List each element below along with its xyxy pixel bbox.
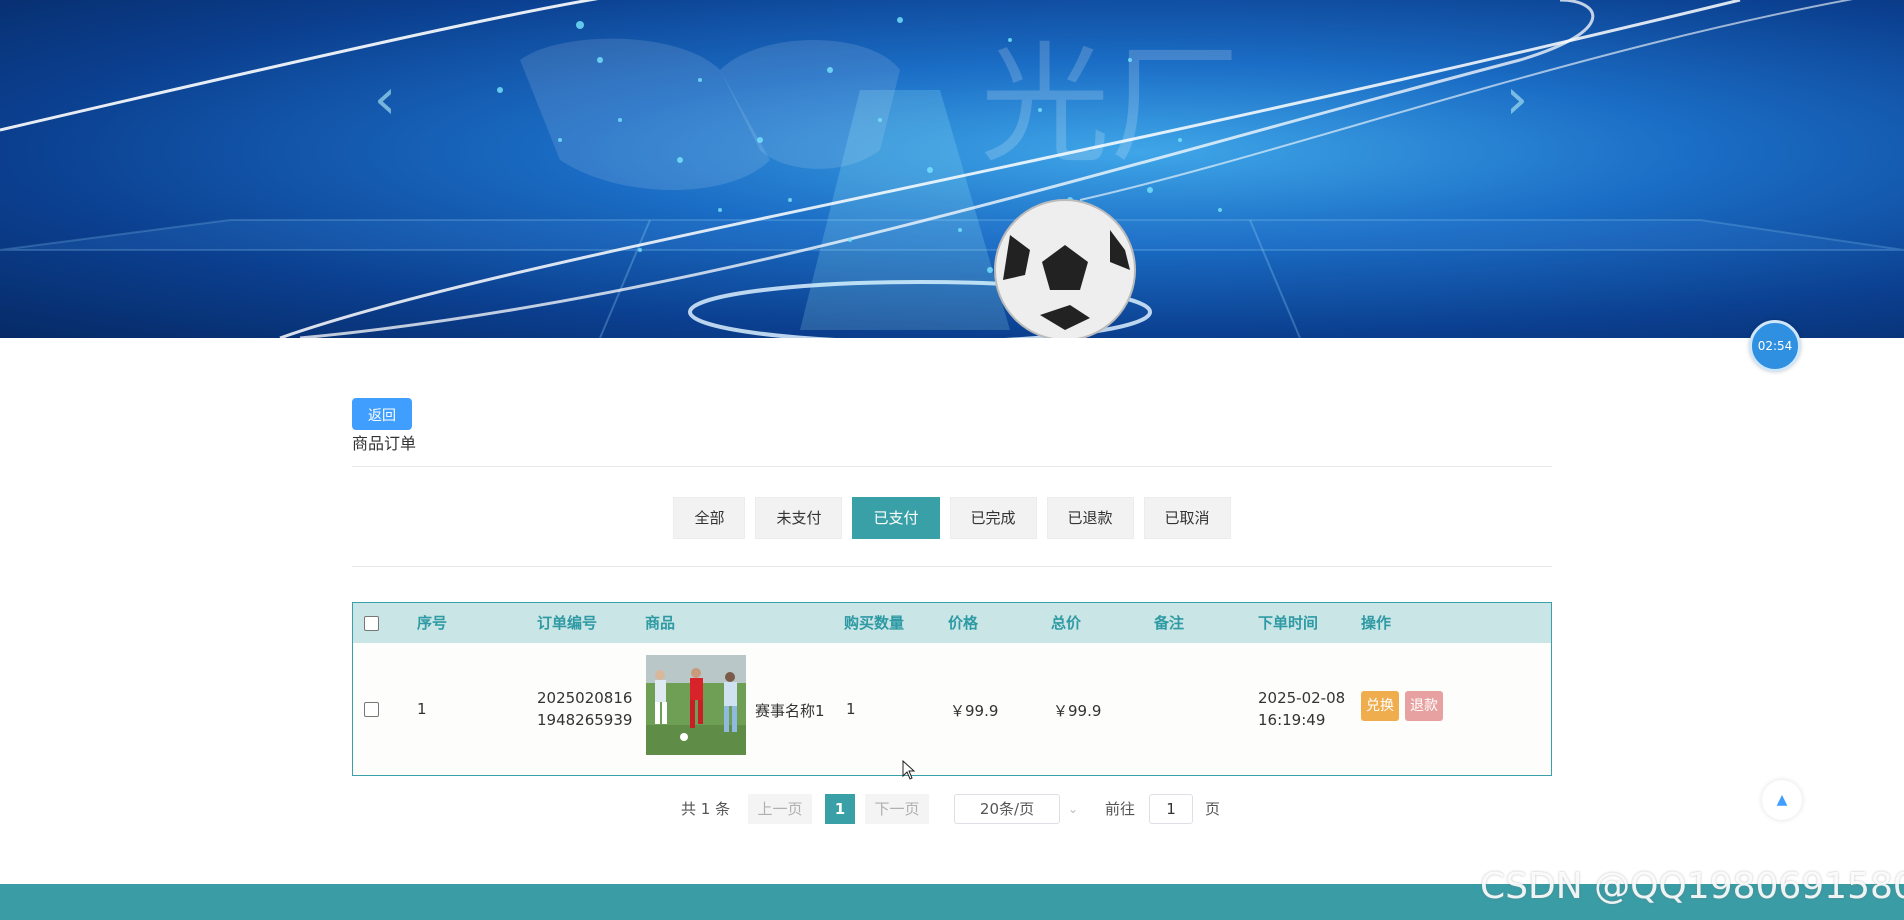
prev-page-button[interactable]: 上一页: [748, 794, 812, 824]
banner-image: 光厂: [0, 0, 1904, 338]
column-header-remark: 备注: [1154, 614, 1185, 632]
quantity: 1: [846, 700, 856, 718]
price: ￥99.9: [950, 702, 999, 720]
table-row: 1 2025020816 1948265939 赛事名称1 1 ￥99.9 ￥9…: [353, 643, 1551, 775]
current-page[interactable]: 1: [825, 794, 855, 824]
order-clock: 16:19:49: [1258, 711, 1326, 729]
column-header-price: 价格: [948, 614, 979, 632]
carousel-prev-button[interactable]: ‹: [365, 70, 405, 130]
column-header-actions: 操作: [1361, 614, 1392, 632]
pagination-total: 共 1 条: [681, 800, 731, 818]
tab-completed[interactable]: 已完成: [949, 497, 1037, 539]
exchange-button[interactable]: 兑换: [1361, 691, 1399, 721]
order-time: 2025-02-08 16:19:49: [1258, 687, 1345, 731]
page-title: 商品订单: [352, 434, 417, 453]
tab-refunded[interactable]: 已退款: [1046, 497, 1134, 539]
goto-label: 前往: [1105, 800, 1136, 818]
carousel-next-button[interactable]: ›: [1497, 70, 1537, 130]
next-page-button[interactable]: 下一页: [865, 794, 929, 824]
table-header: 序号 订单编号 商品 购买数量 价格 总价 备注 下单时间 操作: [353, 603, 1551, 643]
total-price: ￥99.9: [1053, 702, 1102, 720]
column-header-index: 序号: [417, 614, 448, 632]
divider: [352, 566, 1552, 567]
tab-unpaid[interactable]: 未支付: [755, 497, 843, 539]
tab-all[interactable]: 全部: [673, 497, 746, 539]
status-tabs: 全部 未支付 已支付 已完成 已退款 已取消: [352, 497, 1552, 539]
pagination: 共 1 条 上一页 1 下一页 20条/页 ⌄ 前往 1 页: [352, 794, 1552, 824]
goods-image[interactable]: [646, 655, 746, 755]
order-number: 2025020816 1948265939: [537, 687, 632, 731]
back-button[interactable]: 返回: [352, 398, 412, 430]
goods-name: 赛事名称1: [755, 702, 825, 720]
watermark: CSDN @QQ1980691580: [1480, 866, 1904, 907]
soccer-ball-icon: [994, 199, 1136, 338]
order-page: 返回 商品订单 全部 未支付 已支付 已完成 已退款 已取消 序号 订单编号 商品 购买数…: [352, 398, 1552, 824]
banner-carousel: 光厂 ‹ ›: [0, 0, 1904, 338]
caret-up-icon: ▲: [1776, 792, 1788, 808]
soccer-players-image: [646, 655, 746, 755]
back-to-top-button[interactable]: ▲: [1762, 780, 1802, 820]
tab-paid[interactable]: 已支付: [852, 497, 940, 539]
column-header-order-no: 订单编号: [537, 614, 598, 632]
svg-text:光厂: 光厂: [980, 29, 1240, 181]
page-unit-label: 页: [1205, 800, 1221, 818]
tab-cancelled[interactable]: 已取消: [1143, 497, 1231, 539]
row-index: 1: [417, 700, 427, 718]
order-number-line: 2025020816: [537, 689, 633, 707]
goto-page-input[interactable]: 1: [1149, 794, 1193, 824]
column-header-order-time: 下单时间: [1258, 614, 1319, 632]
divider: [352, 466, 1552, 467]
column-header-total: 总价: [1051, 614, 1082, 632]
select-all-checkbox[interactable]: [364, 616, 379, 631]
column-header-quantity: 购买数量: [844, 614, 905, 632]
orders-table: 序号 订单编号 商品 购买数量 价格 总价 备注 下单时间 操作 1 20250…: [352, 602, 1552, 776]
row-checkbox[interactable]: [364, 702, 379, 717]
mouse-cursor-icon: [902, 759, 916, 785]
timer-badge: 02:54: [1749, 320, 1801, 372]
order-number-line: 1948265939: [537, 711, 633, 729]
page-size-select[interactable]: 20条/页: [954, 794, 1060, 824]
refund-button[interactable]: 退款: [1405, 691, 1443, 721]
order-date: 2025-02-08: [1258, 689, 1346, 707]
chevron-down-icon[interactable]: ⌄: [1068, 794, 1078, 824]
column-header-goods: 商品: [645, 614, 676, 632]
